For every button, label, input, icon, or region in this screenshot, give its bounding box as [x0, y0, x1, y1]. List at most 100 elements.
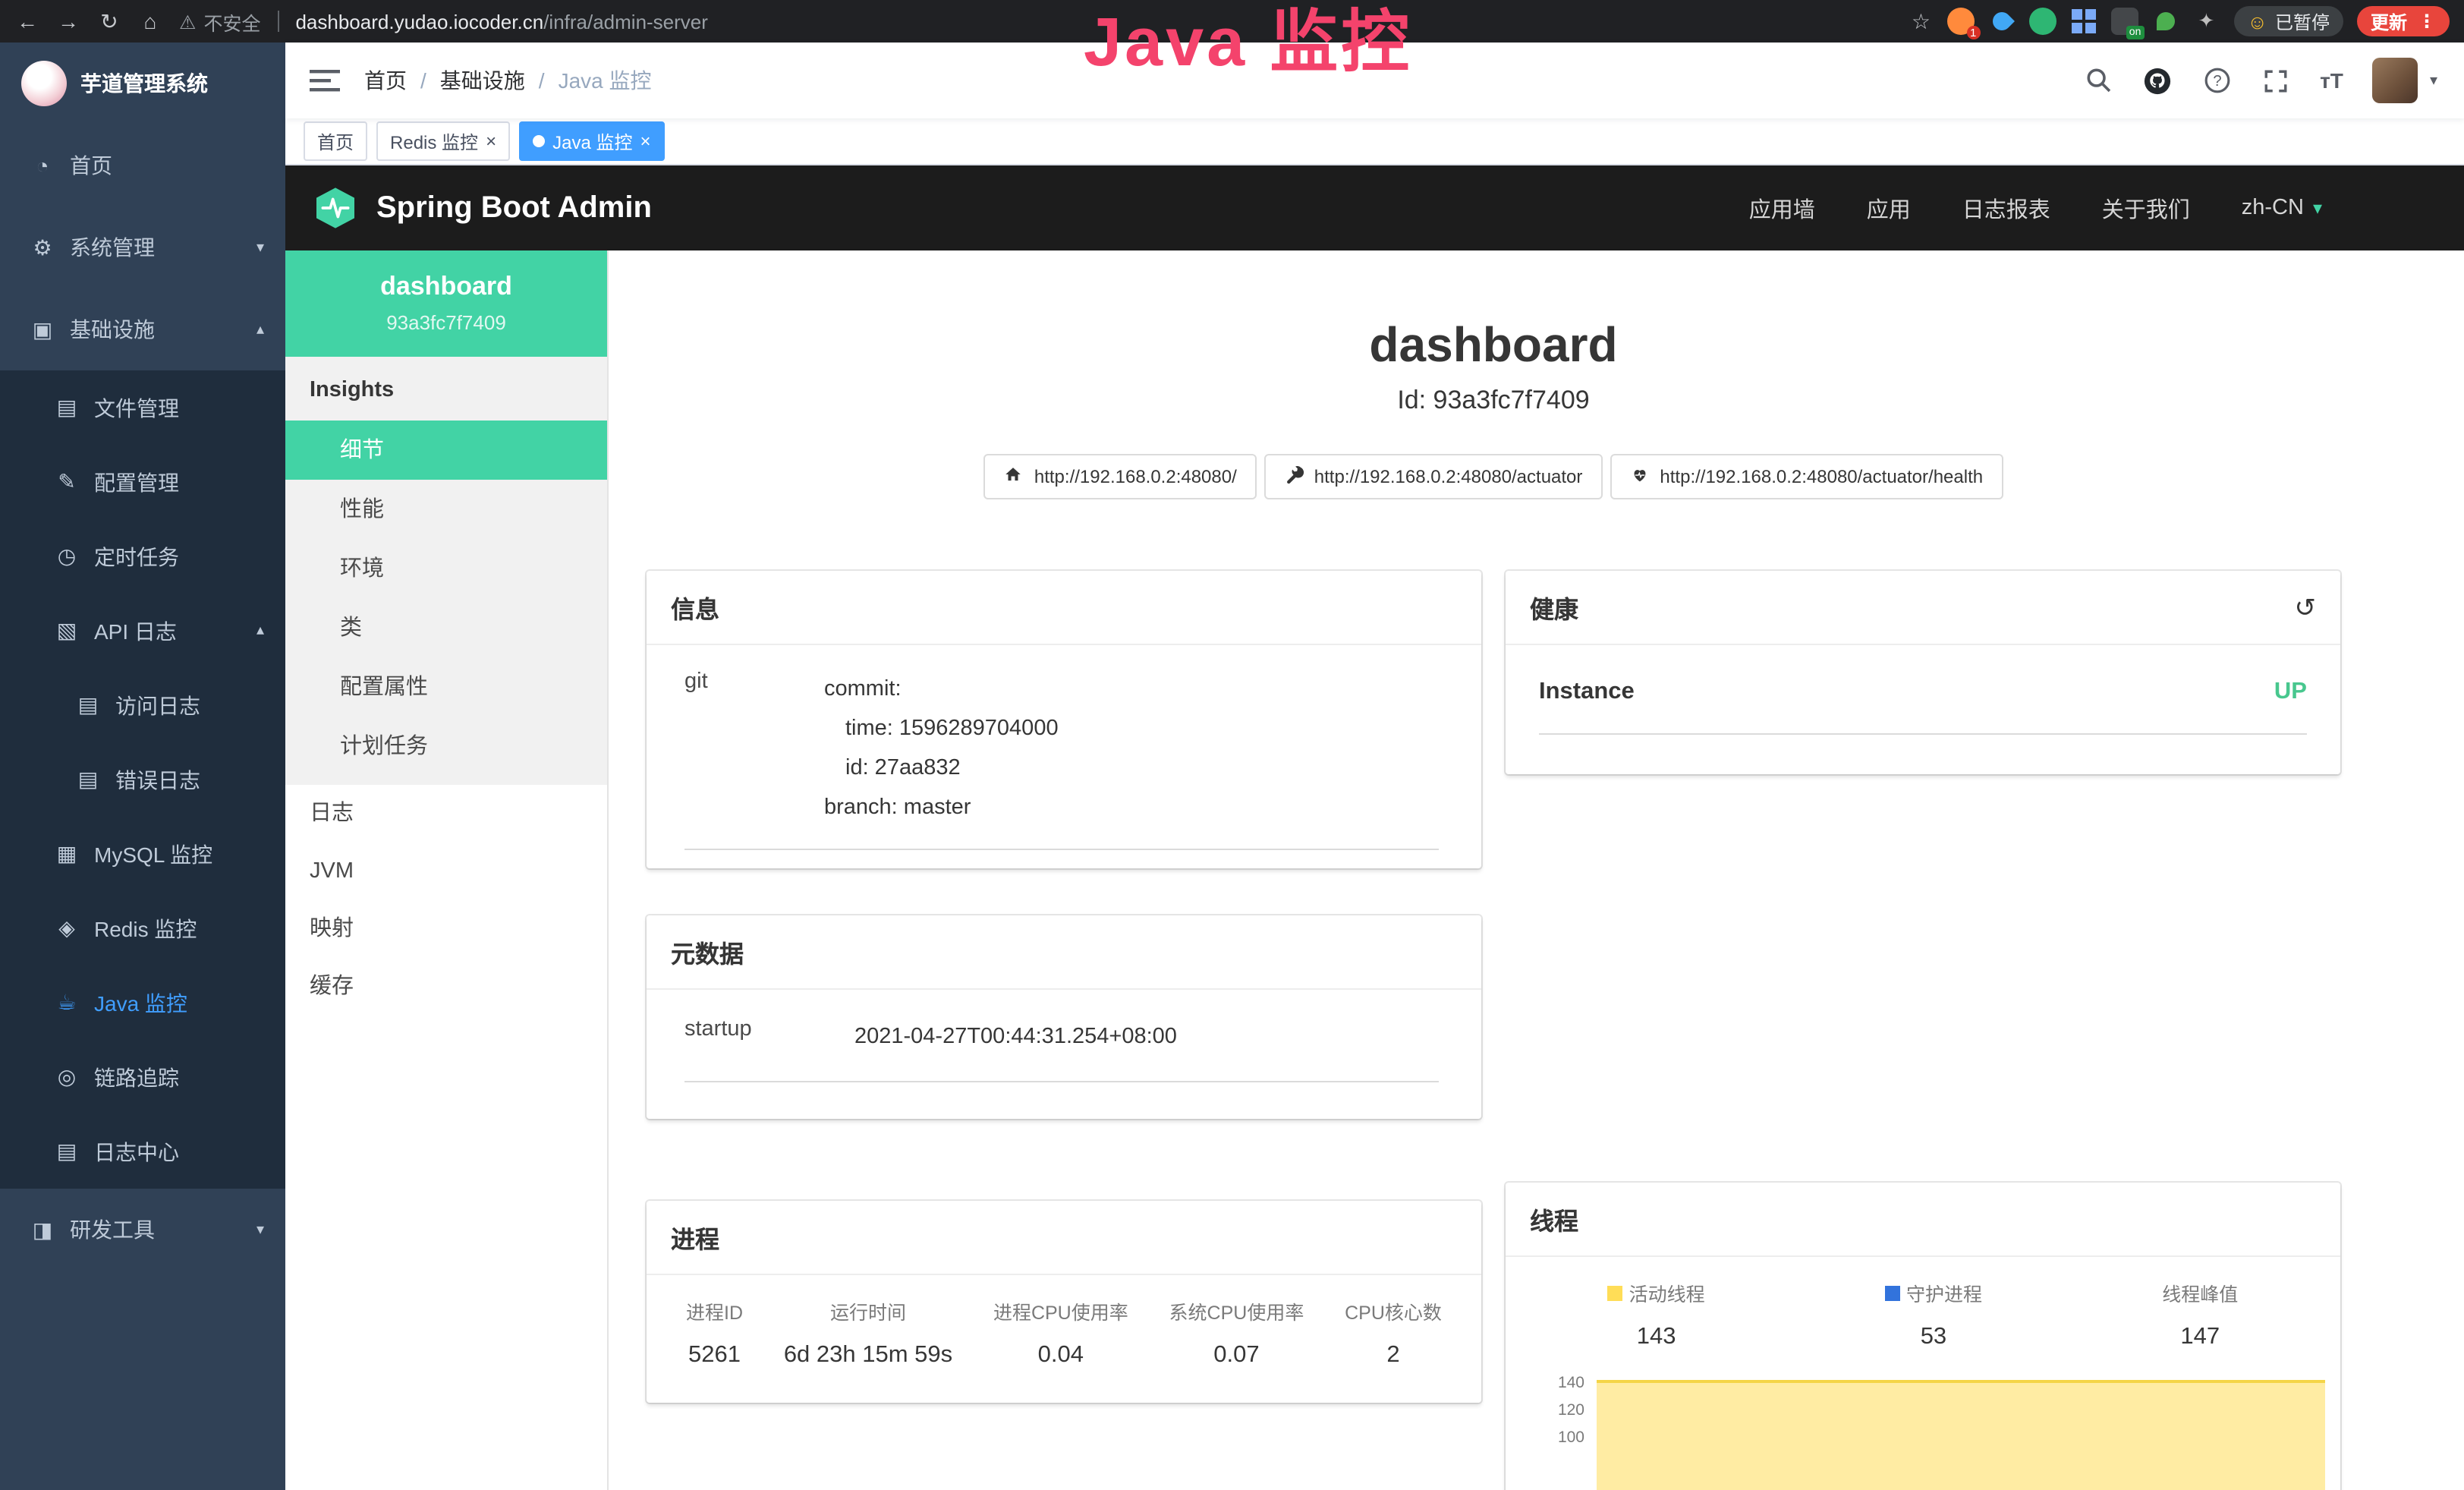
reload-icon[interactable]: ↻ — [97, 8, 121, 34]
user-avatar[interactable] — [2372, 58, 2418, 103]
history-icon[interactable]: ↺ — [2295, 594, 2317, 620]
sba-menu-item[interactable]: 配置属性 — [285, 657, 607, 717]
sidebar-item-log-center[interactable]: ▤日志中心 — [0, 1114, 285, 1189]
sba-nav-wall[interactable]: 应用墙 — [1749, 192, 1815, 224]
sidebar-item-trace[interactable]: ◎链路追踪 — [0, 1040, 285, 1114]
config-icon: ✎ — [52, 469, 82, 495]
extension-paused-pill[interactable]: ☺ 已暂停 — [2233, 6, 2343, 36]
info-row-value: commit:time: 1596289704000id: 27aa832bra… — [824, 669, 1059, 827]
kebab-menu-icon[interactable]: ⋮ — [2418, 11, 2436, 32]
process-card-title: 进程 — [671, 1219, 719, 1255]
fullscreen-icon[interactable] — [2261, 65, 2291, 96]
avatar-caret-icon[interactable]: ▾ — [2430, 72, 2437, 89]
sidebar-item-home[interactable]: ◔首页 — [0, 124, 285, 206]
sidebar-item-file[interactable]: ▤文件管理 — [0, 370, 285, 445]
sba-nav-journal[interactable]: 日志报表 — [1962, 192, 2050, 224]
y-tick-label: 100 — [1521, 1430, 1584, 1447]
live-threads-area-series — [1597, 1380, 2325, 1490]
ext-fox-icon[interactable]: 1 — [1946, 8, 1974, 35]
sba-menu-item[interactable]: 细节 — [285, 421, 607, 480]
app-logo[interactable]: 芋道管理系统 — [0, 43, 285, 124]
sidebar-item-label: Redis 监控 — [94, 913, 197, 943]
breadcrumb: 首页 / 基础设施 / Java 监控 — [364, 65, 652, 96]
ext-grid-icon[interactable] — [2069, 8, 2097, 35]
sba-menu-item[interactable]: 类 — [285, 598, 607, 657]
sidebar-item-label: 访问日志 — [115, 690, 200, 720]
instance-links: http://192.168.0.2:48080/http://192.168.… — [647, 454, 2340, 499]
ext-droplet-icon[interactable] — [1987, 8, 2015, 35]
update-label: 更新 — [2371, 8, 2407, 34]
metric-label: 线程峰值 — [2162, 1278, 2238, 1307]
ext-dark-icon[interactable]: on — [2110, 8, 2138, 35]
chevron-down-icon: ▾ — [256, 239, 264, 256]
instance-link-1[interactable]: http://192.168.0.2:48080/actuator — [1264, 454, 1603, 499]
back-icon[interactable]: ← — [15, 9, 39, 33]
sba-menu-item[interactable]: 映射 — [285, 900, 607, 958]
sidebar-item-java[interactable]: ☕Java 监控 — [0, 966, 285, 1040]
instance-link-0[interactable]: http://192.168.0.2:48080/ — [984, 454, 1257, 499]
ext-paw-icon[interactable]: ✦ — [2192, 8, 2220, 35]
metric-label-text: 守护进程 — [1906, 1278, 1982, 1307]
metric-label: 进程ID — [686, 1296, 743, 1325]
java-icon: ☕ — [52, 990, 82, 1016]
sidebar-item-access-log[interactable]: ▤访问日志 — [0, 668, 285, 742]
sba-menu-item[interactable]: 计划任务 — [285, 717, 607, 776]
info-card: 信息 git commit:time: 1596289704000id: 27a… — [647, 571, 1481, 868]
sba-menu-item[interactable]: 缓存 — [285, 958, 607, 1016]
sidebar-item-system[interactable]: ⚙系统管理▾ — [0, 206, 285, 288]
paused-label: 已暂停 — [2275, 8, 2330, 34]
breadcrumb-infra[interactable]: 基础设施 — [440, 65, 525, 96]
metric-label: 运行时间 — [784, 1296, 952, 1325]
spring-boot-admin-logo[interactable] — [313, 185, 358, 231]
help-icon[interactable]: ? — [2201, 65, 2232, 96]
sidebar-item-error-log[interactable]: ▤错误日志 — [0, 742, 285, 817]
instance-link-2[interactable]: http://192.168.0.2:48080/actuator/health — [1610, 454, 2003, 499]
breadcrumb-home[interactable]: 首页 — [364, 65, 407, 96]
forward-icon[interactable]: → — [56, 9, 80, 33]
sba-menu-item[interactable]: 性能 — [285, 480, 607, 539]
sidebar-item-mysql[interactable]: ▦MySQL 监控 — [0, 817, 285, 891]
bookmark-star-icon[interactable]: ☆ — [1909, 8, 1933, 34]
sba-instance-header[interactable]: dashboard 93a3fc7f7409 — [285, 250, 607, 357]
tab-redis-monitor[interactable]: Redis 监控 × — [376, 121, 510, 161]
sba-nav-applications[interactable]: 应用 — [1867, 192, 1911, 224]
sidebar-item-redis[interactable]: ◈Redis 监控 — [0, 891, 285, 966]
search-icon[interactable] — [2083, 65, 2113, 96]
heartbeat-icon — [1629, 465, 1649, 489]
chevron-down-icon: ▾ — [256, 1221, 264, 1238]
tab-home[interactable]: 首页 — [304, 121, 367, 161]
browser-update-button[interactable]: 更新 ⋮ — [2357, 6, 2450, 36]
instance-name: dashboard — [297, 270, 595, 304]
hamburger-icon[interactable] — [310, 68, 340, 93]
close-icon[interactable]: × — [640, 132, 650, 150]
sba-nav-about[interactable]: 关于我们 — [2102, 192, 2190, 224]
locale-select[interactable]: zh-CN ▾ — [2242, 196, 2322, 220]
ext-leaf-icon[interactable] — [2151, 8, 2179, 35]
page-subtitle: Id: 93a3fc7f7409 — [647, 384, 2340, 417]
sba-sidebar: dashboard 93a3fc7f7409 Insights 细节性能环境类配… — [285, 250, 609, 1490]
ext-green-circle-icon[interactable] — [2028, 8, 2056, 35]
github-icon[interactable] — [2142, 65, 2173, 96]
tab-java-monitor[interactable]: Java 监控× — [519, 121, 664, 161]
sidebar-item-config[interactable]: ✎配置管理 — [0, 445, 285, 519]
address-bar[interactable]: dashboard.yudao.iocoder.cn/infra/admin-s… — [295, 10, 707, 33]
gear-icon: ⚙ — [27, 235, 58, 260]
sba-menu-item[interactable]: 环境 — [285, 539, 607, 598]
security-status[interactable]: ⚠ 不安全 — [179, 7, 260, 36]
sba-brand[interactable]: Spring Boot Admin — [376, 191, 652, 225]
metric-label: CPU核心数 — [1345, 1296, 1442, 1325]
sba-menu-item[interactable]: 日志 — [285, 785, 607, 843]
sba-menu-item[interactable]: JVM — [285, 843, 607, 900]
sidebar-item-api-log[interactable]: ▧API 日志▴ — [0, 594, 285, 668]
close-icon[interactable]: × — [486, 132, 496, 150]
sidebar-item-job[interactable]: ◷定时任务 — [0, 519, 285, 594]
tab-label: Redis 监控 — [390, 128, 478, 154]
process-metric: 进程CPU使用率0.04 — [993, 1296, 1128, 1369]
sidebar-item-label: 定时任务 — [94, 541, 179, 572]
sidebar-item-dev-tools[interactable]: ◨研发工具▾ — [0, 1189, 285, 1271]
font-size-icon[interactable]: тT — [2320, 68, 2343, 93]
info-line: id: 27aa832 — [824, 748, 1059, 788]
table-row: git commit:time: 1596289704000id: 27aa83… — [684, 669, 1439, 850]
home-icon[interactable]: ⌂ — [138, 9, 162, 33]
sidebar-item-infra[interactable]: ▣基础设施▴ — [0, 288, 285, 370]
